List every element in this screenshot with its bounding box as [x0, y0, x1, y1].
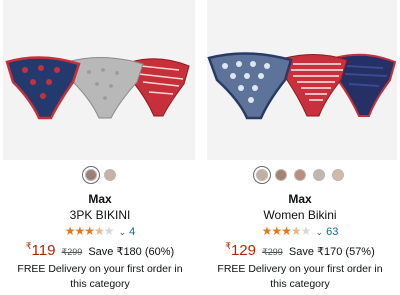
- product-title[interactable]: Women Bikini: [200, 208, 400, 222]
- color-swatch[interactable]: [313, 169, 325, 181]
- rating-row[interactable]: ★★★★★ ⌄ 4: [0, 224, 200, 238]
- price-row: ₹119 ₹299 Save ₹180 (60%): [0, 241, 200, 259]
- color-swatch[interactable]: [253, 166, 271, 184]
- product-image-graphic: [5, 56, 190, 120]
- savings-text: Save ₹180 (60%): [88, 246, 175, 258]
- star-rating-icon[interactable]: ★★★★★: [65, 224, 115, 238]
- color-swatch[interactable]: [332, 169, 344, 181]
- color-swatch[interactable]: [103, 169, 116, 181]
- chevron-down-icon[interactable]: ⌄: [316, 227, 324, 237]
- product-image[interactable]: [3, 0, 195, 160]
- price-row: ₹129 ₹299 Save ₹170 (57%): [200, 241, 400, 259]
- color-swatches: [200, 166, 400, 185]
- product-title[interactable]: 3PK BIKINI: [0, 208, 200, 222]
- product-brand: Max: [88, 192, 112, 206]
- rating-count[interactable]: 4: [129, 226, 135, 238]
- color-swatch[interactable]: [294, 169, 306, 181]
- rating-row[interactable]: ★★★★★ ⌄ 63: [200, 224, 400, 238]
- color-swatch[interactable]: [275, 169, 287, 181]
- savings-text: Save ₹170 (57%): [288, 246, 375, 258]
- list-price: ₹299: [262, 247, 283, 257]
- product-card[interactable]: Max 3PK BIKINI ★★★★★ ⌄ 4 ₹119 ₹299 Save …: [0, 0, 200, 295]
- price: 119: [31, 242, 56, 259]
- product-brand: Max: [288, 192, 312, 206]
- chevron-down-icon[interactable]: ⌄: [119, 227, 127, 237]
- rating-count[interactable]: 63: [326, 226, 338, 238]
- product-card[interactable]: Max Women Bikini ★★★★★ ⌄ 63 ₹129 ₹299 Sa…: [200, 0, 400, 295]
- delivery-text: FREE Delivery on your first order in thi…: [217, 263, 383, 290]
- product-image[interactable]: [207, 0, 397, 160]
- color-swatches: [0, 166, 200, 185]
- delivery-text: FREE Delivery on your first order in thi…: [17, 263, 183, 290]
- product-image-graphic: [207, 52, 397, 120]
- list-price: ₹299: [61, 247, 83, 257]
- star-rating-icon[interactable]: ★★★★★: [262, 224, 312, 238]
- color-swatch[interactable]: [81, 166, 100, 184]
- price: 129: [230, 242, 256, 259]
